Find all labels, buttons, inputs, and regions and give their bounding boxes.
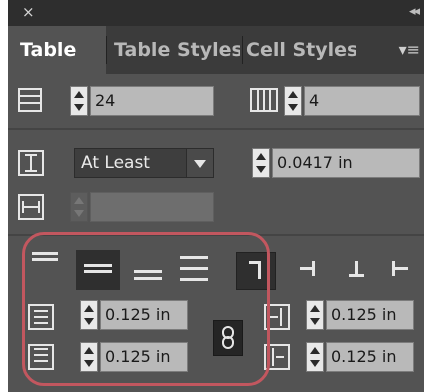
table-rows-icon — [18, 88, 42, 112]
left-inset-input[interactable]: 0.125 in — [326, 300, 414, 330]
row-height-icon — [18, 150, 44, 176]
row-height-input[interactable]: 0.0417 in — [272, 148, 420, 178]
rows-input[interactable]: 24 — [90, 86, 214, 116]
column-width-input[interactable] — [90, 192, 214, 222]
left-inset-stepper[interactable] — [306, 300, 324, 330]
rows-stepper[interactable] — [70, 86, 88, 116]
row-height-mode-select[interactable]: At Least — [74, 148, 214, 178]
column-width-icon — [18, 194, 44, 220]
table-columns-icon — [250, 88, 278, 112]
close-icon[interactable]: × — [22, 3, 35, 21]
tab-table[interactable]: Table — [8, 26, 106, 74]
collapse-icon[interactable]: ◂◂ — [409, 4, 420, 20]
column-width-stepper[interactable] — [70, 192, 88, 222]
columns-input[interactable]: 4 — [304, 86, 420, 116]
section-divider — [8, 128, 424, 130]
tab-divider — [242, 36, 243, 64]
table-panel: × ◂◂ Table Table Styles Cell Styles ▾≡ 2… — [8, 0, 424, 392]
rotate-270-button[interactable] — [382, 252, 422, 290]
row-height-mode-label: At Least — [81, 153, 150, 173]
chevron-down-icon[interactable] — [186, 149, 213, 177]
columns-stepper[interactable] — [284, 86, 302, 116]
rotate-90-button[interactable] — [290, 252, 330, 290]
tab-divider — [106, 36, 107, 64]
right-inset-stepper[interactable] — [306, 342, 324, 372]
tab-cell-styles[interactable]: Cell Styles — [246, 26, 356, 74]
panel-menu-icon[interactable]: ▾≡ — [399, 40, 420, 59]
panel-titlebar: × ◂◂ — [8, 0, 424, 26]
row-height-stepper[interactable] — [252, 148, 270, 178]
rotate-180-button[interactable] — [338, 252, 378, 290]
tab-table-styles[interactable]: Table Styles — [114, 26, 240, 74]
panel-tabs: Table Table Styles Cell Styles ▾≡ — [8, 26, 424, 74]
highlight-callout — [22, 232, 270, 386]
right-inset-input[interactable]: 0.125 in — [326, 342, 414, 372]
